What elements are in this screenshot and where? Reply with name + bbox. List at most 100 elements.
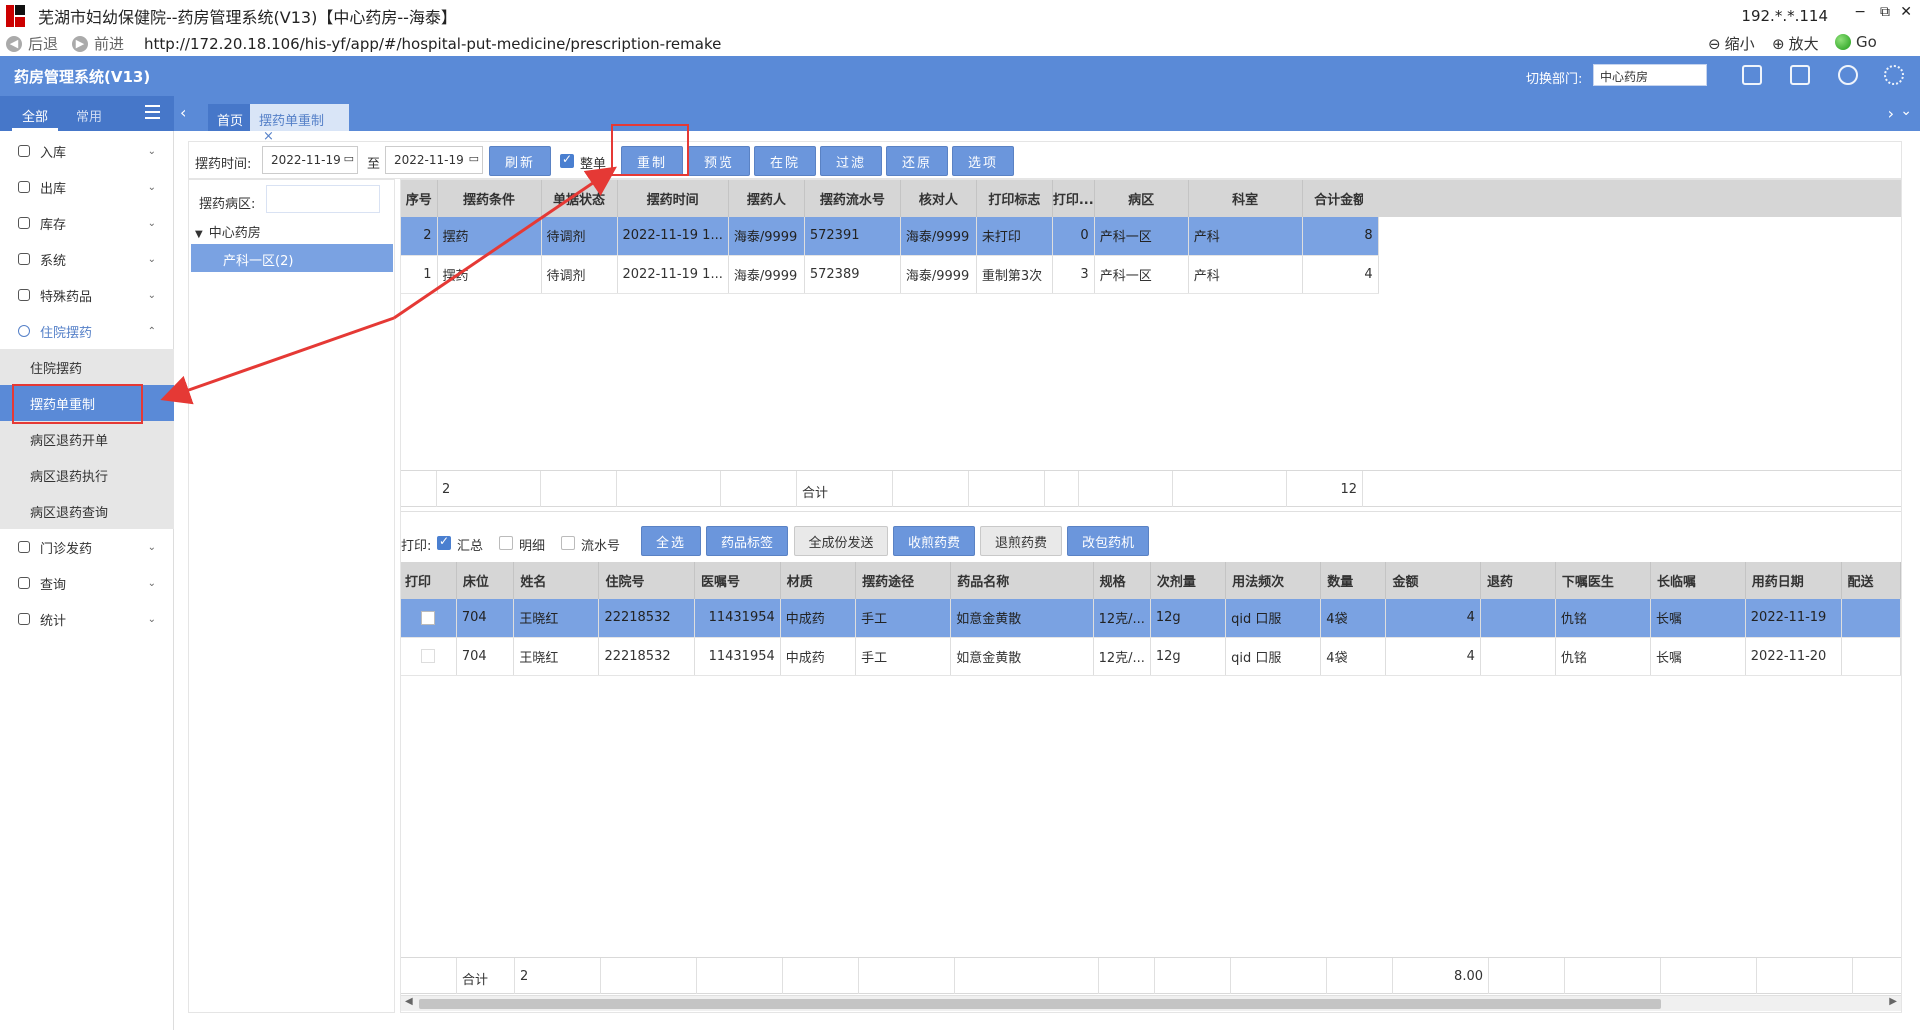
minimize-button[interactable]: − xyxy=(1854,4,1866,20)
inpatient-button[interactable]: 在院 xyxy=(754,146,816,176)
sidebar-subitem-inpatient-dispense[interactable]: 住院摆药 xyxy=(0,349,174,385)
print-icon[interactable] xyxy=(1790,65,1810,85)
sidebar-item-stock[interactable]: 库存 ⌄ xyxy=(0,205,174,241)
dept-switch-input[interactable]: 中心药房 xyxy=(1593,64,1707,86)
tab-home[interactable]: 首页 xyxy=(208,104,253,131)
col-header[interactable]: 科室 xyxy=(1188,180,1303,217)
col-header[interactable]: 打印标志 xyxy=(976,180,1053,217)
col-header[interactable]: 医嘱号 xyxy=(694,562,781,599)
summary-checkbox[interactable] xyxy=(437,534,451,550)
col-header[interactable]: 用法频次 xyxy=(1225,562,1322,599)
drug-label-button[interactable]: 药品标签 xyxy=(706,526,788,556)
splitter[interactable] xyxy=(401,511,1901,515)
tab-dropdown-icon[interactable]: ⌄ xyxy=(1900,103,1912,119)
col-header[interactable]: 药品名称 xyxy=(950,562,1094,599)
tree-expand-icon[interactable]: ▼ xyxy=(195,229,203,240)
sidebar-item-query[interactable]: 查询 ⌄ xyxy=(0,565,174,601)
col-header[interactable]: 住院号 xyxy=(598,562,695,599)
footer-cell xyxy=(601,958,697,994)
scroll-right-icon[interactable]: ▶ xyxy=(1889,996,1897,1007)
col-header[interactable]: 摆药途径 xyxy=(855,562,952,599)
scroll-thumb[interactable] xyxy=(419,999,1661,1009)
eye-icon[interactable] xyxy=(1838,65,1858,85)
col-header[interactable]: 病区 xyxy=(1094,180,1189,217)
col-header[interactable]: 摆药时间 xyxy=(617,180,729,217)
zoom-out-button[interactable]: ⊖ 缩小 xyxy=(1708,33,1755,54)
serial-checkbox[interactable] xyxy=(561,536,575,550)
sidebar-item-outbound[interactable]: 出库 ⌄ xyxy=(0,169,174,205)
go-button[interactable]: Go xyxy=(1835,33,1877,51)
restore-button[interactable]: 还原 xyxy=(886,146,948,176)
close-window-button[interactable]: ✕ xyxy=(1900,4,1912,20)
sidebar-item-special-drugs[interactable]: 特殊药品 ⌄ xyxy=(0,277,174,313)
hamburger-menu-icon[interactable] xyxy=(145,105,160,119)
horizontal-scrollbar[interactable]: ◀ ▶ xyxy=(401,995,1901,1011)
col-header[interactable]: 打印... xyxy=(1052,180,1095,217)
row-checkbox[interactable] xyxy=(421,610,436,625)
col-header[interactable]: 打印 xyxy=(401,562,457,599)
date-from-input[interactable]: 2022-11-19 ▭ xyxy=(262,146,358,174)
col-header[interactable]: 用药日期 xyxy=(1745,562,1842,599)
zoom-in-button[interactable]: ⊕ 放大 xyxy=(1772,33,1819,54)
col-header[interactable]: 下嘱医生 xyxy=(1555,562,1652,599)
whole-order-checkbox[interactable] xyxy=(560,152,574,168)
col-header[interactable]: 次剂量 xyxy=(1150,562,1227,599)
date-to-input[interactable]: 2022-11-19 ▭ xyxy=(385,146,483,174)
screen-icon[interactable] xyxy=(1742,65,1762,85)
tab-scroll-left-icon[interactable]: ‹ xyxy=(180,103,186,122)
detail-checkbox[interactable] xyxy=(499,536,513,550)
col-header[interactable]: 摆药人 xyxy=(728,180,805,217)
print-cell[interactable] xyxy=(401,599,457,638)
restore-button[interactable]: ⧉ xyxy=(1880,4,1890,20)
refund-decoction-fee-button[interactable]: 退煎药费 xyxy=(980,526,1062,556)
col-header[interactable]: 序号 xyxy=(401,180,438,217)
refresh-button[interactable]: 刷新 xyxy=(489,146,551,176)
sidebar-item-stats[interactable]: 统计 ⌄ xyxy=(0,601,174,637)
table-row[interactable]: 1 摆药 待调剂 2022-11-19 1... 海泰/9999 572389 … xyxy=(401,255,1379,294)
ward-search-input[interactable] xyxy=(266,185,380,213)
table-row[interactable]: 2 摆药 待调剂 2022-11-19 1... 海泰/9999 572391 … xyxy=(401,217,1379,256)
url-field[interactable]: http://172.20.18.106/his-yf/app/#/hospit… xyxy=(144,35,721,53)
col-header[interactable]: 核对人 xyxy=(900,180,977,217)
tree-root[interactable]: ▼ 中心药房 xyxy=(195,222,261,241)
col-header[interactable]: 姓名 xyxy=(513,562,600,599)
col-header[interactable]: 摆药条件 xyxy=(437,180,542,217)
print-cell[interactable] xyxy=(401,637,457,676)
col-header[interactable]: 金额 xyxy=(1385,562,1481,599)
table-row[interactable]: 704 王晓红 22218532 11431954 中成药 手工 如意金黄散 1… xyxy=(401,599,1901,638)
sidebar-tab-common[interactable]: 常用 xyxy=(76,106,102,125)
sidebar-subitem-ward-return-query[interactable]: 病区退药查询 xyxy=(0,493,174,529)
filter-button[interactable]: 过滤 xyxy=(820,146,882,176)
col-header[interactable]: 配送 xyxy=(1841,562,1901,599)
scroll-left-icon[interactable]: ◀ xyxy=(405,996,413,1007)
gear-icon[interactable] xyxy=(1884,65,1904,85)
send-all-ingredients-button[interactable]: 全成份发送 xyxy=(794,526,888,556)
change-packer-button[interactable]: 改包药机 xyxy=(1067,526,1149,556)
col-header[interactable]: 摆药流水号 xyxy=(804,180,901,217)
col-header[interactable]: 床位 xyxy=(456,562,515,599)
tab-prescription-remake[interactable]: 摆药单重制 × xyxy=(250,104,349,144)
collect-decoction-fee-button[interactable]: 收煎药费 xyxy=(893,526,975,556)
col-header[interactable]: 规格 xyxy=(1093,562,1151,599)
preview-button[interactable]: 预览 xyxy=(688,146,750,176)
col-header[interactable]: 数量 xyxy=(1320,562,1387,599)
col-header[interactable]: 单据状态 xyxy=(541,180,618,217)
col-header[interactable]: 材质 xyxy=(780,562,857,599)
tab-scroll-right-icon[interactable]: › xyxy=(1888,104,1894,123)
select-all-button[interactable]: 全选 xyxy=(641,526,701,556)
sidebar-subitem-ward-return-exec[interactable]: 病区退药执行 xyxy=(0,457,174,493)
row-checkbox[interactable] xyxy=(421,649,436,663)
col-header[interactable]: 退药 xyxy=(1480,562,1556,599)
sidebar-item-inpatient-dispense[interactable]: 住院摆药 ⌃ xyxy=(0,313,174,349)
back-button[interactable]: ◀ 后退 xyxy=(6,33,58,54)
sidebar-item-system[interactable]: 系统 ⌄ xyxy=(0,241,174,277)
options-button[interactable]: 选项 xyxy=(952,146,1014,176)
table-row[interactable]: 704 王晓红 22218532 11431954 中成药 手工 如意金黄散 1… xyxy=(401,637,1901,676)
forward-button[interactable]: ▶ 前进 xyxy=(72,33,124,54)
tree-node-ward[interactable]: 产科一区(2) xyxy=(191,244,393,272)
sidebar-subitem-ward-return-open[interactable]: 病区退药开单 xyxy=(0,421,174,457)
sidebar-item-inbound[interactable]: 入库 ⌄ xyxy=(0,133,174,169)
sidebar-item-outpatient[interactable]: 门诊发药 ⌄ xyxy=(0,529,174,565)
col-header[interactable]: 长临嘱 xyxy=(1650,562,1746,599)
sidebar-tab-all[interactable]: 全部 xyxy=(11,106,59,131)
